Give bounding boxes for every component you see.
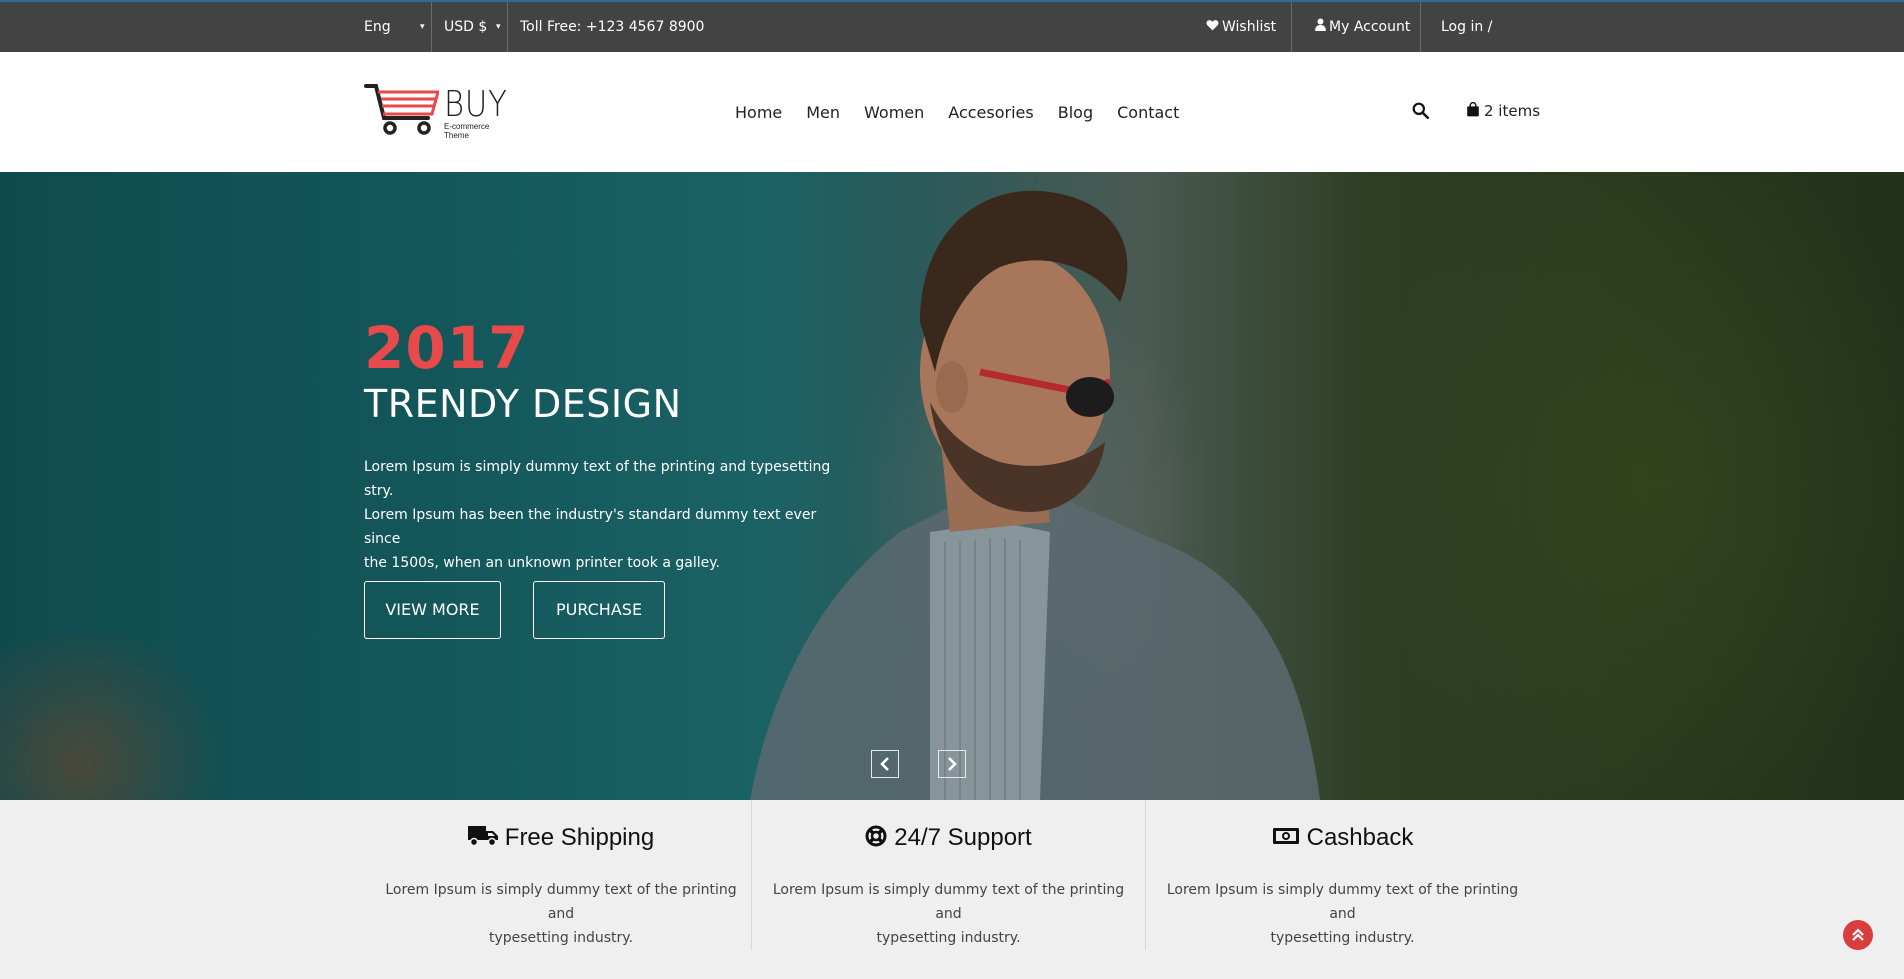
wishlist-label: Wishlist <box>1222 19 1277 35</box>
main-header: BUY E-commerce Theme Home Men Women Acce… <box>0 52 1904 172</box>
truck-icon <box>467 825 498 852</box>
features-section: Free Shipping Lorem Ipsum is simply dumm… <box>0 800 1904 979</box>
language-label: Eng <box>364 19 391 35</box>
feature-description-line: typesetting industry. <box>1270 930 1415 946</box>
wishlist-link[interactable]: Wishlist <box>1206 2 1276 52</box>
double-chevron-up-icon <box>1852 928 1864 941</box>
hero-year: 2017 <box>364 314 530 382</box>
money-icon <box>1272 826 1300 851</box>
feature-description: Lorem Ipsum is simply dummy text of the … <box>1166 878 1519 950</box>
divider <box>1420 2 1421 52</box>
background-foliage <box>1360 172 1904 800</box>
feature-description-line: Lorem Ipsum is simply dummy text of the … <box>1166 882 1519 922</box>
feature-free-shipping: Free Shipping Lorem Ipsum is simply dumm… <box>364 800 758 950</box>
language-caret-icon: ▾ <box>420 22 425 32</box>
currency-select[interactable]: USD $ <box>444 2 504 52</box>
life-ring-icon <box>865 825 887 852</box>
feature-title: 24/7 Support <box>894 824 1032 851</box>
currency-caret-icon: ▾ <box>496 22 501 32</box>
feature-description-line: Lorem Ipsum is simply dummy text of the … <box>385 882 737 922</box>
divider <box>431 2 432 52</box>
cart-count: 2 items <box>1484 102 1541 120</box>
divider <box>1291 2 1292 52</box>
logo-wordmark: BUY <box>444 84 508 125</box>
purchase-button[interactable]: PURCHASE <box>533 581 665 639</box>
feature-description-line: Lorem Ipsum is simply dummy text of the … <box>772 882 1125 922</box>
feature-cashback: Cashback Lorem Ipsum is simply dummy tex… <box>1145 800 1539 950</box>
feature-title: Free Shipping <box>504 824 655 851</box>
hero-description-line: Lorem Ipsum has been the industry's stan… <box>364 507 817 547</box>
top-bar: Eng ▾ USD $ ▾ Toll Free: +123 4567 8900 … <box>0 0 1904 85</box>
hero-description-line: Lorem Ipsum is simply dummy text of the … <box>364 459 831 499</box>
logo[interactable]: BUY E-commerce Theme <box>364 82 507 140</box>
login-register-link[interactable]: Log in / Register <box>1441 2 1539 85</box>
shopping-cart-logo-icon <box>364 84 439 135</box>
nav-accesories[interactable]: Accesories <box>948 103 1033 122</box>
logo-tagline: E-commerce Theme <box>444 122 490 140</box>
currency-label: USD $ <box>444 19 488 35</box>
divider <box>507 2 508 52</box>
language-select[interactable]: Eng ▾ <box>364 2 430 52</box>
feature-description-line: typesetting industry. <box>488 930 634 946</box>
my-account-label: My Account <box>1329 19 1411 35</box>
main-navigation: Home Men Women Accesories Blog Contact <box>735 52 1203 172</box>
hero-description: Lorem Ipsum is simply dummy text of the … <box>364 455 844 575</box>
nav-men[interactable]: Men <box>806 103 840 122</box>
feature-description: Lorem Ipsum is simply dummy text of the … <box>384 878 738 950</box>
feature-description-line: typesetting industry. <box>876 930 1021 946</box>
feature-support: 24/7 Support Lorem Ipsum is simply dummy… <box>751 800 1145 950</box>
heart-icon <box>1206 2 1219 52</box>
slider-next-button[interactable] <box>938 750 966 778</box>
chevron-left-icon <box>880 757 889 771</box>
my-account-link[interactable]: My Account <box>1315 2 1410 52</box>
slider-prev-button[interactable] <box>871 750 899 778</box>
feature-title: Cashback <box>1306 824 1414 851</box>
toll-free-number: Toll Free: +123 4567 8900 <box>520 19 705 35</box>
user-icon <box>1315 2 1326 52</box>
nav-women[interactable]: Women <box>864 103 924 122</box>
shopping-bag-icon <box>1466 101 1480 121</box>
hero-title: TRENDY DESIGN <box>364 382 682 426</box>
background-bokeh <box>0 632 240 800</box>
view-more-button[interactable]: VIEW MORE <box>364 581 501 639</box>
chevron-right-icon <box>948 757 957 771</box>
scroll-to-top-button[interactable] <box>1843 920 1873 950</box>
hero-slider: 2017 TRENDY DESIGN Lorem Ipsum is simply… <box>0 172 1904 800</box>
nav-home[interactable]: Home <box>735 103 782 122</box>
nav-blog[interactable]: Blog <box>1058 103 1093 122</box>
nav-contact[interactable]: Contact <box>1117 103 1179 122</box>
hero-description-line: the 1500s, when an unknown printer took … <box>364 555 720 571</box>
feature-description: Lorem Ipsum is simply dummy text of the … <box>772 878 1125 950</box>
search-icon[interactable] <box>1412 102 1430 120</box>
cart-button[interactable]: 2 items <box>1466 100 1540 122</box>
